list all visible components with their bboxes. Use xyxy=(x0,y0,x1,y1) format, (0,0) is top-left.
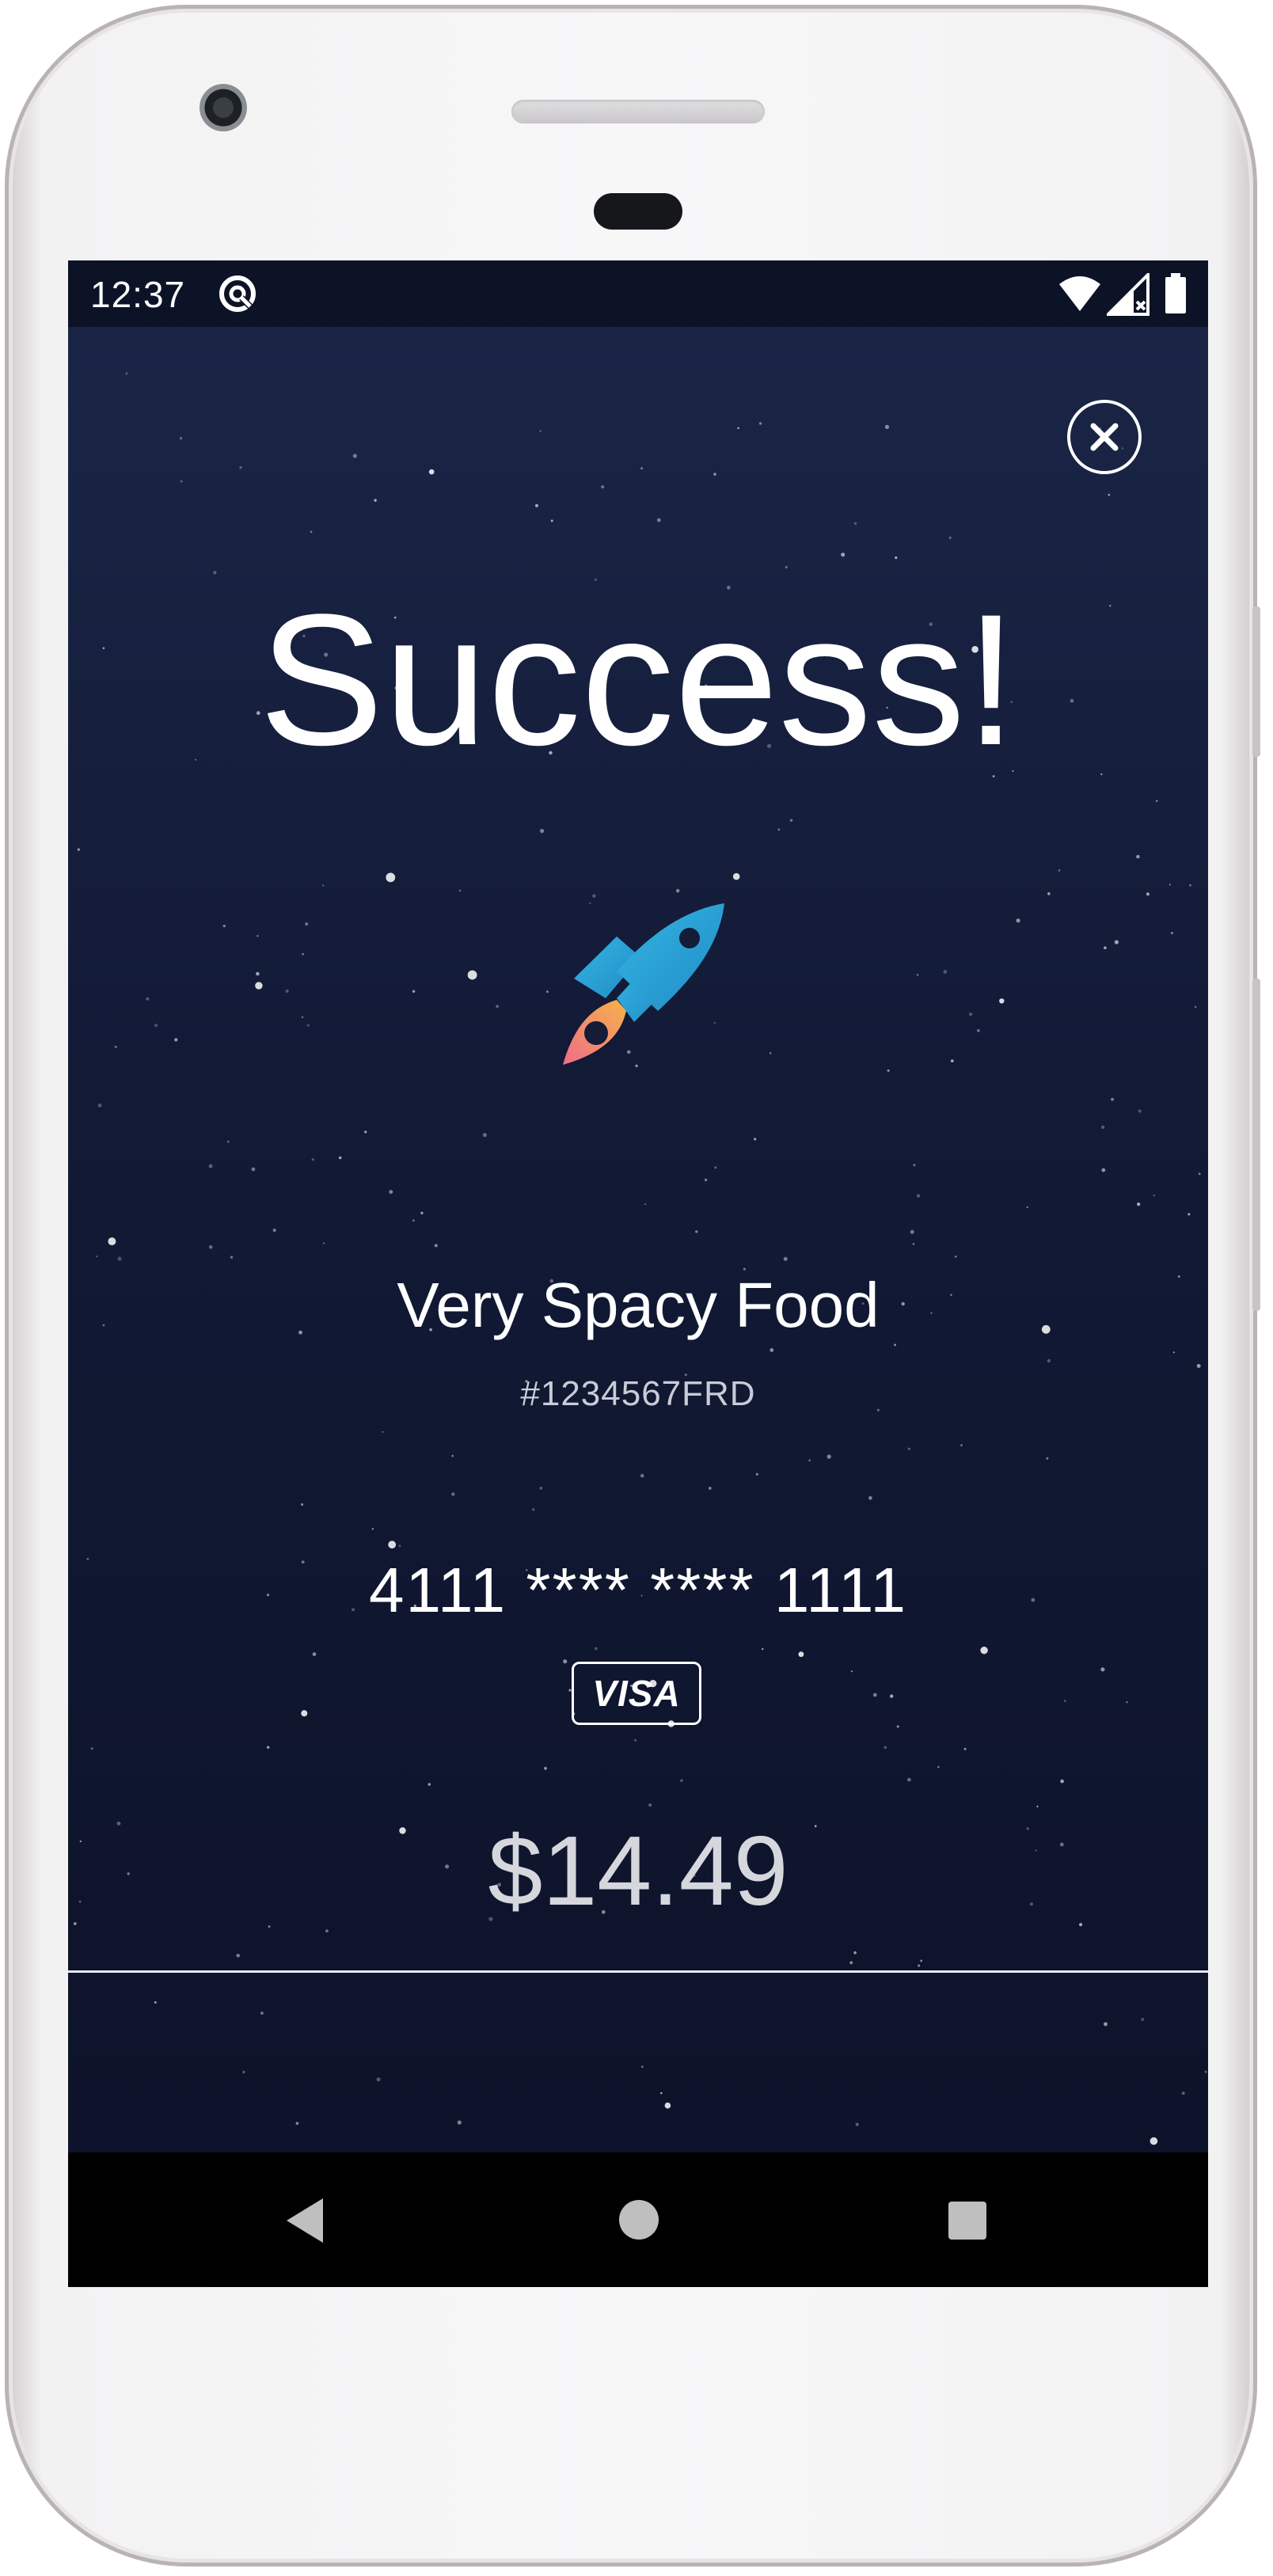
home-icon[interactable] xyxy=(618,2198,660,2241)
status-bar: 12:37 xyxy=(68,260,1208,327)
phone-frame: 12:37 Success! Very Spacy Food #1234567F… xyxy=(5,5,1260,2567)
battery-icon xyxy=(1165,273,1186,313)
merchant-name: Very Spacy Food xyxy=(397,1270,880,1340)
close-button[interactable] xyxy=(1067,400,1142,474)
front-camera xyxy=(200,84,247,131)
power-button xyxy=(1252,606,1260,757)
notification-app-icon xyxy=(219,275,256,312)
masked-card-number: 4111 **** **** 1111 xyxy=(369,1555,907,1625)
volume-button xyxy=(1252,978,1260,1311)
card-brand-badge: VISA xyxy=(572,1662,701,1725)
close-icon xyxy=(1090,423,1119,451)
navigation-bar xyxy=(68,2152,1208,2287)
speaker-grille xyxy=(511,100,765,123)
success-headline: Success! xyxy=(259,576,1017,785)
divider xyxy=(68,1970,1208,1973)
screen: 12:37 Success! Very Spacy Food #1234567F… xyxy=(68,260,1208,2287)
order-number: #1234567FRD xyxy=(520,1374,756,1413)
back-icon[interactable] xyxy=(282,2195,329,2246)
payment-amount: $14.49 xyxy=(488,1817,788,1926)
cell-signal-icon xyxy=(1107,273,1150,316)
earpiece xyxy=(594,193,682,230)
status-time: 12:37 xyxy=(90,274,186,315)
wifi-icon xyxy=(1059,276,1100,311)
recents-icon[interactable] xyxy=(947,2200,988,2241)
rocket-icon xyxy=(563,903,724,1065)
